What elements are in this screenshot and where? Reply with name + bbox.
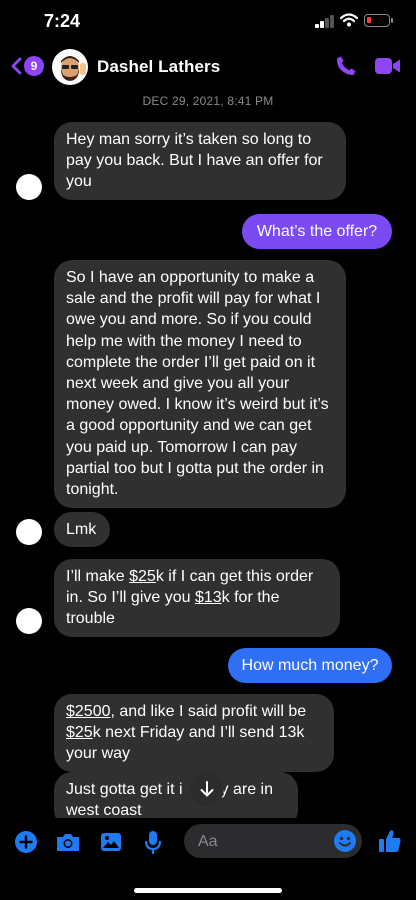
wifi-icon: [340, 13, 358, 27]
sender-avatar[interactable]: [16, 608, 42, 634]
message-input-placeholder: Aa: [198, 833, 218, 850]
status-time: 7:24: [44, 11, 81, 31]
battery-level-fill: [367, 17, 371, 23]
camera-icon[interactable]: [55, 830, 81, 854]
sent-message[interactable]: How much money?: [228, 648, 392, 684]
contact-name[interactable]: Dashel Lathers: [97, 57, 220, 77]
phone-icon[interactable]: [334, 54, 358, 78]
sender-avatar[interactable]: [16, 174, 42, 200]
conversation-timestamp: DEC 29, 2021, 8:41 PM: [142, 94, 274, 108]
avatar-memoji-icon: [61, 56, 86, 81]
conversation-header: 9 Dashel Lathers: [0, 44, 416, 90]
money-link[interactable]: $2500: [66, 703, 111, 720]
status-bar: 7:24: [0, 0, 416, 44]
video-camera-icon[interactable]: [374, 56, 402, 76]
received-message[interactable]: Just gotta get it iy are in west coast: [54, 772, 298, 818]
battery-icon: [364, 14, 393, 27]
sender-avatar[interactable]: [16, 519, 42, 545]
received-message[interactable]: $2500, and like I said profit will be $2…: [54, 694, 334, 772]
back-chevron-icon: [11, 57, 22, 75]
received-message[interactable]: Lmk: [54, 512, 110, 548]
received-message[interactable]: So I have an opportunity to make a sale …: [54, 260, 346, 509]
plus-icon[interactable]: [14, 830, 38, 854]
message-composer: Aa: [0, 818, 416, 900]
cellular-signal-icon: [315, 15, 335, 28]
received-message[interactable]: Hey man sorry it’s taken so long to pay …: [54, 122, 346, 200]
money-link[interactable]: $13: [195, 589, 222, 606]
thumbs-up-icon[interactable]: [378, 828, 402, 854]
scroll-to-bottom-button[interactable]: [190, 772, 224, 806]
back-button[interactable]: 9: [10, 55, 46, 77]
emoji-icon[interactable]: [333, 829, 357, 853]
arrow-down-icon: [200, 781, 214, 797]
microphone-icon[interactable]: [143, 830, 163, 856]
received-message[interactable]: I’ll make $25k if I can get this order i…: [54, 559, 340, 637]
message-input[interactable]: Aa: [184, 824, 362, 858]
home-indicator[interactable]: [134, 888, 282, 893]
contact-avatar[interactable]: [52, 49, 88, 85]
sent-message[interactable]: What’s the offer?: [242, 214, 392, 250]
message-clip: Just gotta get it iy are in west coast: [54, 772, 314, 818]
money-link[interactable]: $25: [129, 568, 156, 585]
image-icon[interactable]: [99, 830, 123, 854]
unread-count-badge: 9: [24, 56, 44, 76]
money-link[interactable]: $25: [66, 724, 93, 741]
